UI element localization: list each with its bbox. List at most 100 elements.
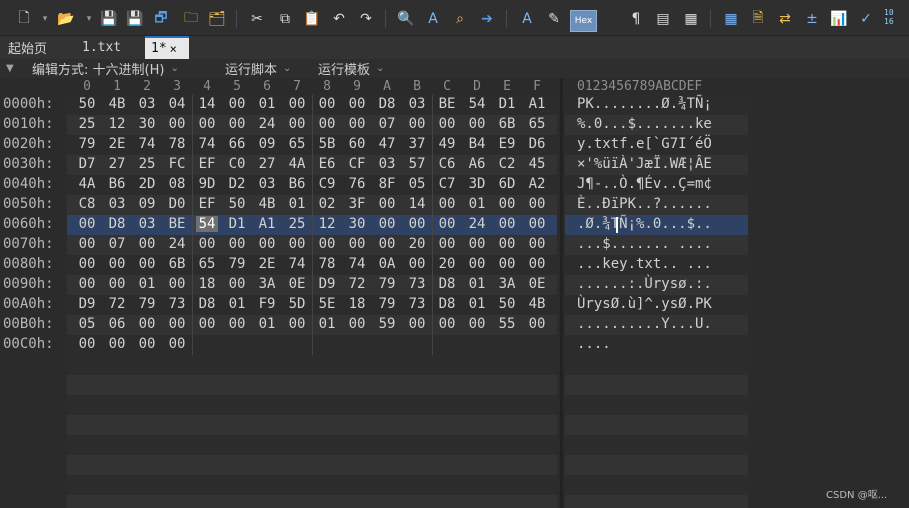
hex-byte[interactable]: C6: [436, 156, 458, 172]
hex-byte[interactable]: 79: [376, 276, 398, 292]
compare-icon[interactable]: 🗂: [207, 9, 227, 29]
hex-byte[interactable]: 55: [496, 316, 518, 332]
hex-byte[interactable]: 50: [226, 196, 248, 212]
hex-byte[interactable]: 5E: [316, 296, 338, 312]
hex-byte[interactable]: 00: [286, 116, 308, 132]
goto-icon[interactable]: ➔: [477, 9, 497, 29]
hex-byte[interactable]: A2: [526, 176, 548, 192]
hex-byte[interactable]: 00: [346, 96, 368, 112]
transform-icon[interactable]: ⇄: [775, 9, 795, 29]
run-template-dropdown[interactable]: 运行模板 ⌄: [318, 60, 384, 78]
hex-byte[interactable]: 3A: [496, 276, 518, 292]
hex-byte[interactable]: D0: [166, 196, 188, 212]
hex-byte[interactable]: 00: [436, 236, 458, 252]
hex-byte[interactable]: 25: [286, 216, 308, 232]
hex-byte[interactable]: 18: [196, 276, 218, 292]
hex-byte[interactable]: 00: [466, 236, 488, 252]
hex-byte[interactable]: EF: [196, 156, 218, 172]
hex-byte[interactable]: 00: [406, 316, 428, 332]
hex-byte[interactable]: 0E: [286, 276, 308, 292]
hex-byte[interactable]: 18: [346, 296, 368, 312]
hex-byte[interactable]: 74: [196, 136, 218, 152]
hex-byte[interactable]: 2E: [106, 136, 128, 152]
hex-byte[interactable]: 01: [136, 276, 158, 292]
hex-byte[interactable]: 00: [496, 256, 518, 272]
hex-byte[interactable]: 00: [466, 116, 488, 132]
hex-byte[interactable]: 00: [76, 236, 98, 252]
hex-byte[interactable]: C2: [496, 156, 518, 172]
ascii-line[interactable]: ...key.txt.. ...: [577, 256, 712, 272]
hex-byte[interactable]: D8: [376, 96, 398, 112]
hex-byte[interactable]: 05: [406, 176, 428, 192]
hex-byte[interactable]: 24: [466, 216, 488, 232]
hex-byte[interactable]: A6: [466, 156, 488, 172]
hex-byte[interactable]: 00: [496, 216, 518, 232]
hex-byte[interactable]: C9: [316, 176, 338, 192]
hex-byte[interactable]: 65: [526, 116, 548, 132]
hex-byte[interactable]: 4A: [286, 156, 308, 172]
hex-byte[interactable]: 00: [256, 236, 278, 252]
hex-byte[interactable]: 54: [196, 216, 218, 232]
hex-byte[interactable]: 00: [316, 96, 338, 112]
hex-byte[interactable]: C0: [226, 156, 248, 172]
hex-byte[interactable]: 00: [526, 256, 548, 272]
hex-byte[interactable]: 72: [346, 276, 368, 292]
hex-byte[interactable]: 14: [196, 96, 218, 112]
hex-byte[interactable]: 00: [376, 196, 398, 212]
hex-byte[interactable]: 00: [286, 96, 308, 112]
hex-byte[interactable]: D9: [316, 276, 338, 292]
hex-byte[interactable]: 00: [406, 256, 428, 272]
hex-byte[interactable]: 03: [106, 196, 128, 212]
hex-byte[interactable]: 01: [466, 196, 488, 212]
hex-byte[interactable]: 07: [106, 236, 128, 252]
hex-byte[interactable]: 00: [136, 336, 158, 352]
hex-byte[interactable]: 6B: [496, 116, 518, 132]
hex-editor[interactable]: 0123456789ABCDEF 0123456789ABCDEF 0000h:…: [0, 78, 909, 508]
hex-byte[interactable]: D8: [106, 216, 128, 232]
hex-byte[interactable]: 01: [226, 296, 248, 312]
hex-byte[interactable]: 00: [436, 196, 458, 212]
hex-byte[interactable]: 07: [376, 116, 398, 132]
hex-byte[interactable]: 72: [106, 296, 128, 312]
hex-byte[interactable]: 00: [166, 316, 188, 332]
hex-byte[interactable]: 6D: [496, 176, 518, 192]
hex-byte[interactable]: 4A: [76, 176, 98, 192]
hex-byte[interactable]: 00: [376, 236, 398, 252]
hex-byte[interactable]: 3A: [256, 276, 278, 292]
hex-byte[interactable]: 79: [376, 296, 398, 312]
hex-byte[interactable]: 60: [346, 136, 368, 152]
hex-byte[interactable]: EF: [196, 196, 218, 212]
hex-byte[interactable]: 00: [376, 216, 398, 232]
hex-byte[interactable]: 00: [466, 256, 488, 272]
hex-byte[interactable]: 01: [256, 316, 278, 332]
hex-byte[interactable]: 00: [196, 116, 218, 132]
hex-byte[interactable]: 00: [286, 316, 308, 332]
hex-byte[interactable]: 00: [76, 216, 98, 232]
save-all-icon[interactable]: 🗗: [151, 9, 171, 29]
find-replace-icon[interactable]: A: [423, 9, 443, 29]
hex-byte[interactable]: 01: [316, 316, 338, 332]
hex-byte[interactable]: D9: [76, 296, 98, 312]
hex-byte[interactable]: 00: [526, 316, 548, 332]
hex-byte[interactable]: 00: [346, 236, 368, 252]
hex-byte[interactable]: A1: [256, 216, 278, 232]
hex-byte[interactable]: 01: [256, 96, 278, 112]
hex-byte[interactable]: C7: [436, 176, 458, 192]
hex-byte[interactable]: 30: [136, 116, 158, 132]
hex-byte[interactable]: 6B: [166, 256, 188, 272]
hex-columns-icon[interactable]: ▦: [681, 9, 701, 29]
hex-byte[interactable]: 00: [226, 316, 248, 332]
hex-byte[interactable]: 00: [316, 236, 338, 252]
hex-byte[interactable]: 4B: [106, 96, 128, 112]
highlight-icon[interactable]: ✎: [544, 9, 564, 29]
hex-byte[interactable]: 00: [76, 256, 98, 272]
hex-byte[interactable]: BE: [436, 96, 458, 112]
hex-byte[interactable]: 3D: [466, 176, 488, 192]
ascii-line[interactable]: ...$....... ....: [577, 236, 712, 252]
hex-byte[interactable]: B6: [106, 176, 128, 192]
hex-byte[interactable]: 00: [496, 236, 518, 252]
report-icon[interactable]: 🗎: [748, 9, 768, 29]
hex-byte[interactable]: 00: [106, 276, 128, 292]
new-file-dropdown-icon[interactable]: ▾: [40, 12, 50, 26]
hex-byte[interactable]: 05: [76, 316, 98, 332]
